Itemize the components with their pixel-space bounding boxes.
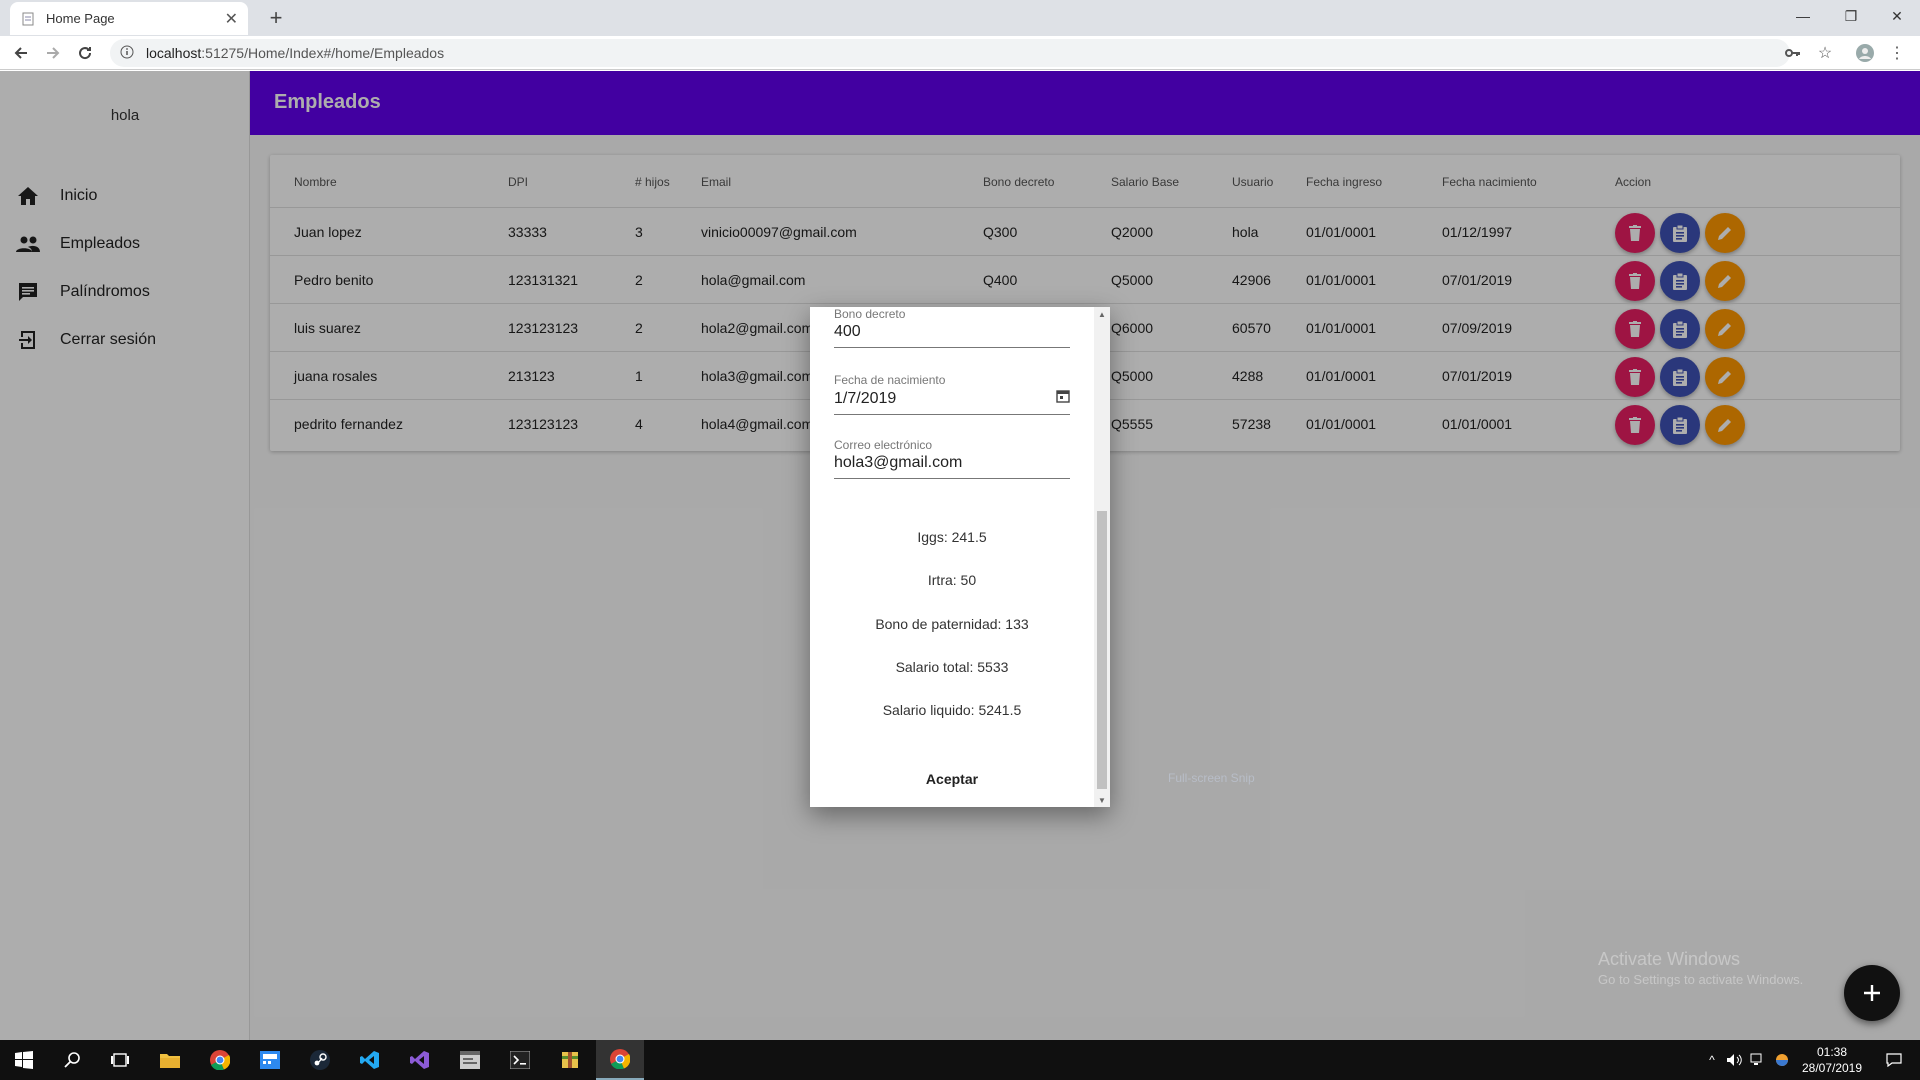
network-icon[interactable] xyxy=(1748,1050,1768,1070)
bono-decreto-field[interactable]: Bono decreto 400 xyxy=(834,307,1070,348)
correo-field[interactable]: Correo electrónico hola3@gmail.com xyxy=(834,438,1070,479)
steam-icon[interactable] xyxy=(296,1040,344,1080)
windows-start-icon[interactable] xyxy=(0,1040,48,1080)
menu-kebab-icon[interactable]: ⋮ xyxy=(1886,42,1908,64)
back-icon[interactable] xyxy=(8,40,34,66)
chrome-active-icon[interactable] xyxy=(596,1040,644,1080)
forward-icon[interactable] xyxy=(40,40,66,66)
field-value[interactable]: 1/7/2019 xyxy=(834,389,1070,415)
activate-windows-watermark: Activate Windows Go to Settings to activ… xyxy=(1598,949,1804,987)
page-viewport: hola Inicio Empleados Palíndromos Cerrar… xyxy=(0,71,1920,1040)
add-employee-button[interactable] xyxy=(1844,965,1900,1021)
salario-total-text: Salario total: 5533 xyxy=(895,659,1009,675)
search-icon[interactable] xyxy=(48,1040,96,1080)
salario-liquido-text: Salario liquido: 5241.5 xyxy=(882,702,1022,718)
calendar-icon[interactable] xyxy=(1056,389,1070,408)
close-tab-icon[interactable]: ✕ xyxy=(225,9,238,29)
profile-icon[interactable] xyxy=(1854,42,1876,64)
info-icon[interactable] xyxy=(120,45,136,61)
key-icon[interactable] xyxy=(1782,42,1804,64)
snip-label: Full-screen Snip xyxy=(1168,771,1255,785)
visual-studio-icon[interactable] xyxy=(396,1040,444,1080)
notifications-icon[interactable] xyxy=(1884,1050,1904,1070)
taskbar-clock[interactable]: 01:38 28/07/2019 xyxy=(1782,1044,1882,1076)
tab-title: Home Page xyxy=(46,11,115,26)
iggs-text: Iggs: 241.5 xyxy=(917,529,987,545)
address-bar[interactable]: localhost:51275/Home/Index#/home/Emplead… xyxy=(110,39,1790,67)
vscode-icon[interactable] xyxy=(346,1040,394,1080)
task-view-icon[interactable] xyxy=(96,1040,144,1080)
reload-icon[interactable] xyxy=(72,40,98,66)
calculator-app-icon[interactable] xyxy=(246,1040,294,1080)
app-window-icon[interactable] xyxy=(446,1040,494,1080)
chrome-icon[interactable] xyxy=(196,1040,244,1080)
archive-app-icon[interactable] xyxy=(546,1040,594,1080)
page-icon xyxy=(20,11,36,27)
volume-icon[interactable] xyxy=(1724,1050,1744,1070)
restore-icon[interactable]: ❐ xyxy=(1828,2,1874,30)
window-close-icon[interactable]: ✕ xyxy=(1874,2,1920,30)
irtra-text: Irtra: 50 xyxy=(927,572,977,588)
scroll-up-icon[interactable]: ▲ xyxy=(1094,307,1110,321)
dialog-scrollbar[interactable]: ▲ ▼ xyxy=(1094,307,1110,807)
fecha-nacimiento-field[interactable]: Fecha de nacimiento 1/7/2019 xyxy=(834,373,1070,415)
scrollbar-thumb[interactable] xyxy=(1097,511,1107,789)
bookmark-star-icon[interactable]: ☆ xyxy=(1814,42,1836,64)
plus-icon xyxy=(1864,985,1880,1001)
accept-button[interactable]: Aceptar xyxy=(902,761,1002,797)
tray-chevron-icon[interactable]: ^ xyxy=(1702,1050,1722,1070)
field-label: Fecha de nacimiento xyxy=(834,373,946,387)
new-tab-button[interactable]: + xyxy=(262,4,290,32)
file-explorer-icon[interactable] xyxy=(146,1040,194,1080)
minimize-icon[interactable]: — xyxy=(1780,2,1826,30)
url-text: localhost:51275/Home/Index#/home/Emplead… xyxy=(146,45,445,61)
browser-toolbar: localhost:51275/Home/Index#/home/Emplead… xyxy=(0,36,1920,70)
field-label: Correo electrónico xyxy=(834,438,933,452)
browser-tab[interactable]: Home Page ✕ xyxy=(10,2,248,35)
field-value[interactable]: 400 xyxy=(834,323,1070,348)
employee-detail-dialog: Bono decreto 400 Fecha de nacimiento 1/7… xyxy=(810,307,1110,807)
windows-taskbar: ^ 01:38 28/07/2019 xyxy=(0,1040,1920,1080)
bono-paternidad-text: Bono de paternidad: 133 xyxy=(875,616,1029,632)
field-label: Bono decreto xyxy=(834,307,906,321)
terminal-icon[interactable] xyxy=(496,1040,544,1080)
field-value[interactable]: hola3@gmail.com xyxy=(834,454,1070,479)
scroll-down-icon[interactable]: ▼ xyxy=(1094,793,1110,807)
